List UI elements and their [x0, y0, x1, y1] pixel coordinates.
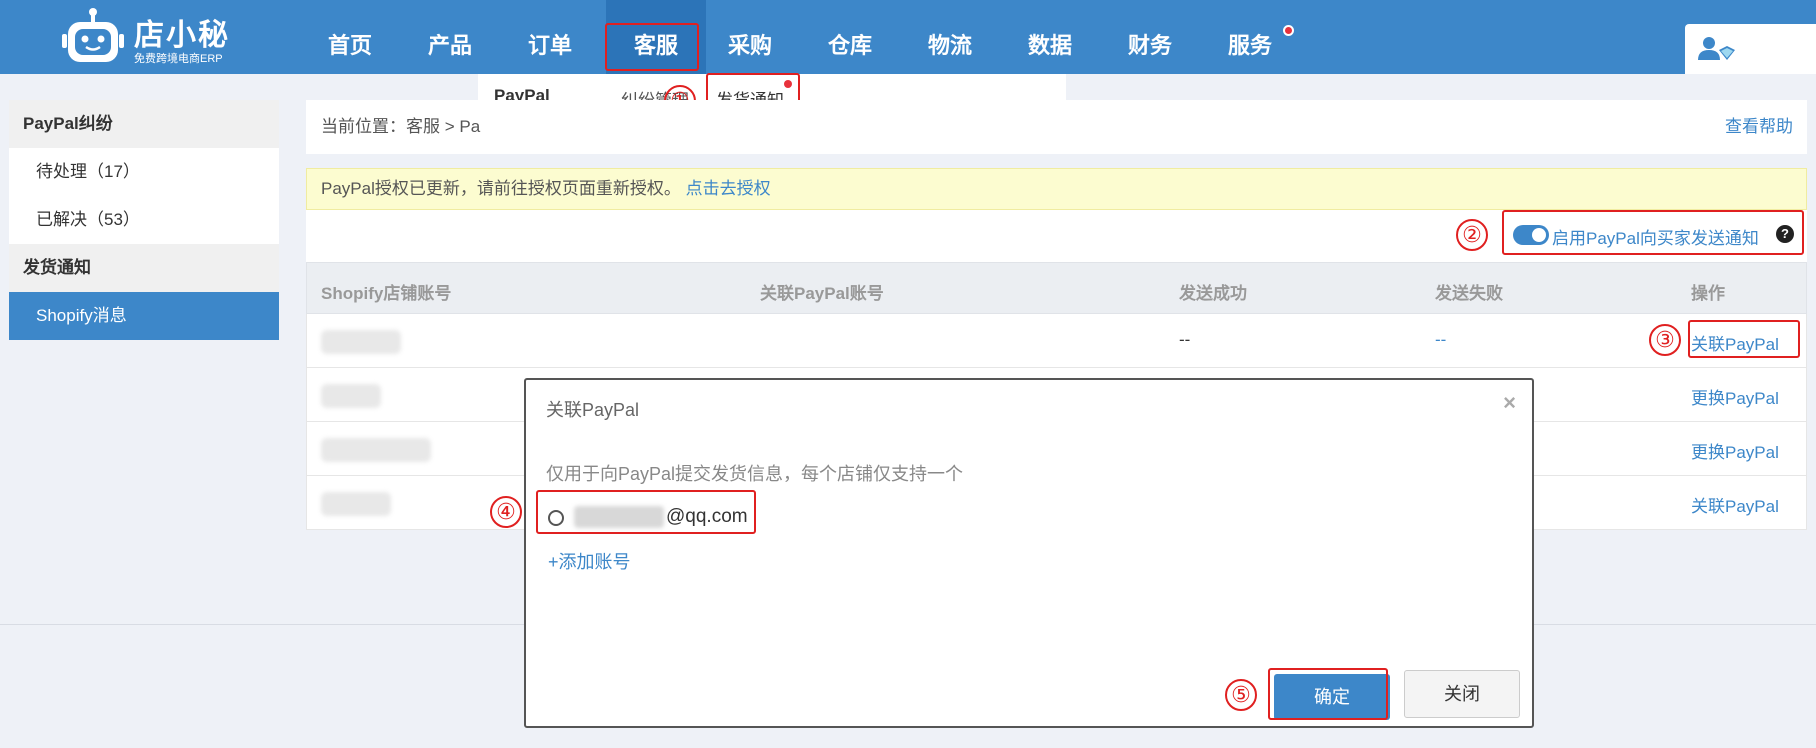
help-link[interactable]: 查看帮助: [1725, 100, 1793, 154]
sidebar-item-pending[interactable]: 待处理（17）: [9, 148, 279, 196]
sidebar-item-resolved[interactable]: 已解决（53）: [9, 196, 279, 244]
success-count: --: [1179, 330, 1191, 349]
sidebar-group-paypal-dispute: PayPal纠纷: [9, 100, 279, 148]
col-actions: 操作: [1691, 284, 1725, 303]
nav-purchase[interactable]: 采购: [700, 0, 800, 74]
top-navbar: 店小秘 免费跨境电商ERP 首页 产品 订单 客服 采购 仓库 物流 数据 财务…: [0, 0, 1816, 74]
col-shopify-account: Shopify店铺账号: [321, 284, 452, 303]
breadcrumb-bar: 当前位置：客服 > Pa 查看帮助: [306, 100, 1807, 154]
nav-logistics[interactable]: 物流: [900, 0, 1000, 74]
sidebar-item-shopify-messages[interactable]: Shopify消息: [9, 292, 279, 340]
modal-description: 仅用于向PayPal提交发货信息，每个店铺仅支持一个: [546, 464, 964, 484]
col-paypal-account: 关联PayPal账号: [760, 284, 884, 303]
sidebar: PayPal纠纷 待处理（17） 已解决（53） 发货通知 Shopify消息: [9, 100, 279, 340]
sidebar-group-shipping-notice: 发货通知: [9, 244, 279, 292]
add-account-link[interactable]: +添加账号: [548, 548, 631, 574]
fail-count[interactable]: --: [1435, 330, 1446, 350]
link-paypal-button[interactable]: 关联PayPal: [1691, 492, 1779, 517]
user-button[interactable]: [1685, 24, 1816, 74]
nav-warehouse[interactable]: 仓库: [800, 0, 900, 74]
annotation-number-3: ③: [1649, 324, 1681, 356]
blurred-shop-name: [321, 330, 401, 354]
col-send-fail: 发送失败: [1435, 284, 1503, 303]
logo-text: 店小秘: [134, 19, 230, 52]
breadcrumb: 当前位置：客服 > Pa: [321, 117, 481, 136]
logo[interactable]: 店小秘 免费跨境电商ERP: [62, 4, 242, 68]
robot-logo-icon: [62, 8, 124, 62]
blurred-shop-name: [321, 384, 381, 408]
annotation-box-3: [1688, 320, 1800, 358]
change-paypal-button[interactable]: 更换PayPal: [1691, 438, 1779, 463]
user-vip-icon: [1698, 37, 1735, 60]
blurred-shop-name: [321, 438, 431, 462]
blurred-shop-name: [321, 492, 391, 516]
annotation-box-4: [536, 490, 756, 534]
table-header: Shopify店铺账号 关联PayPal账号 发送成功 发送失败 操作: [306, 262, 1807, 314]
table-row: -- -- 关联PayPal: [306, 314, 1807, 368]
nav-highlight-box: [605, 23, 699, 71]
col-send-success: 发送成功: [1179, 284, 1247, 303]
annotation-box-5: [1268, 668, 1388, 720]
logo-subtitle: 免费跨境电商ERP: [134, 53, 223, 65]
annotation-number-5: ⑤: [1225, 679, 1257, 711]
annotation-number-4: ④: [490, 496, 522, 528]
notification-dot: [1283, 25, 1294, 36]
nav-products[interactable]: 产品: [400, 0, 500, 74]
alert-bar: PayPal授权已更新，请前往授权页面重新授权。 点击去授权: [306, 168, 1807, 210]
nav-services[interactable]: 服务: [1200, 0, 1300, 74]
change-paypal-button[interactable]: 更换PayPal: [1691, 384, 1779, 409]
alert-text: PayPal授权已更新，请前往授权页面重新授权。: [321, 179, 681, 198]
modal-title: 关联PayPal: [546, 400, 640, 420]
cancel-button[interactable]: 关闭: [1404, 670, 1520, 718]
nav-finance[interactable]: 财务: [1100, 0, 1200, 74]
close-icon[interactable]: ×: [1503, 390, 1516, 416]
authorize-link[interactable]: 点击去授权: [686, 179, 771, 198]
annotation-box-2: [1502, 210, 1804, 255]
nav-home[interactable]: 首页: [300, 0, 400, 74]
nav-data[interactable]: 数据: [1000, 0, 1100, 74]
annotation-number-2: ②: [1456, 219, 1488, 251]
nav-orders[interactable]: 订单: [500, 0, 600, 74]
